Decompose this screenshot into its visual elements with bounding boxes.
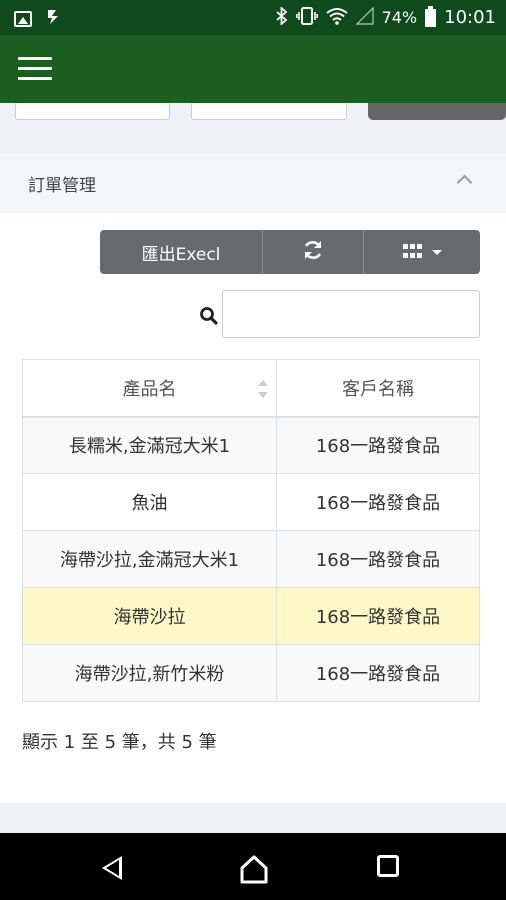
customer-cell: 168一路發食品: [276, 530, 480, 588]
customer-cell: 168一路發食品: [276, 644, 480, 702]
column-header-product[interactable]: 產品名: [22, 359, 277, 418]
search-icon: [199, 306, 219, 326]
product-cell: 海帶沙拉: [22, 587, 277, 645]
product-cell: 海帶沙拉,金滿冠大米1: [22, 530, 277, 588]
signal-icon: [355, 6, 374, 29]
battery-icon: [425, 5, 437, 27]
status-bar: 74% 10:01: [0, 0, 506, 35]
refresh-icon: [302, 239, 324, 266]
table-toolbar: 匯出Execl: [100, 230, 480, 274]
system-navigation-bar: [0, 833, 506, 900]
pagination-info: 顯示 1 至 5 筆，共 5 筆: [22, 732, 217, 753]
refresh-button[interactable]: [263, 230, 364, 274]
app-bar: [0, 35, 506, 103]
filter-search-button[interactable]: [368, 103, 506, 120]
customer-cell: 168一路發食品: [276, 587, 480, 645]
chevron-up-icon[interactable]: [456, 174, 473, 191]
home-icon[interactable]: [238, 853, 270, 885]
table-header-row: 產品名 客戶名稱: [22, 359, 480, 418]
panel-title: 訂單管理: [28, 176, 96, 196]
battery-percent: 74%: [381, 8, 418, 27]
grid-columns-icon: [402, 243, 422, 261]
export-excel-button[interactable]: 匯出Execl: [100, 230, 263, 274]
panel-header[interactable]: 訂單管理: [0, 153, 506, 213]
table-row[interactable]: 海帶沙拉,金滿冠大米1 168一路發食品: [22, 530, 480, 588]
sort-icon[interactable]: [258, 380, 268, 398]
status-bar-system: 74% 10:01: [275, 0, 496, 35]
product-cell: 長糯米,金滿冠大米1: [22, 416, 277, 474]
download-icon: [46, 8, 64, 30]
vibrate-icon: [295, 6, 318, 29]
table-row[interactable]: 魚油 168一路發食品: [22, 473, 480, 531]
filter-field-start[interactable]: [15, 103, 170, 120]
clock: 10:01: [444, 7, 496, 28]
status-bar-notifications: [14, 8, 64, 30]
page-content: 訂單管理 匯出Execl 產品名 客戶名稱 長糯米,金滿冠大米1 168一路發食…: [0, 103, 506, 833]
product-cell: 魚油: [22, 473, 277, 531]
bluetooth-icon: [275, 5, 288, 29]
wifi-icon: [325, 7, 348, 29]
recent-apps-icon[interactable]: [377, 855, 399, 877]
customer-cell: 168一路發食品: [276, 473, 480, 531]
search-input[interactable]: [222, 290, 480, 338]
customer-cell: 168一路發食品: [276, 416, 480, 474]
back-icon[interactable]: [102, 856, 122, 880]
hamburger-menu-icon[interactable]: [18, 57, 52, 81]
column-header-customer[interactable]: 客戶名稱: [276, 359, 480, 418]
columns-toggle-button[interactable]: [364, 230, 480, 274]
caret-down-icon: [431, 249, 442, 255]
image-icon: [14, 11, 32, 27]
table-row[interactable]: 海帶沙拉,新竹米粉 168一路發食品: [22, 644, 480, 702]
orders-table: 產品名 客戶名稱 長糯米,金滿冠大米1 168一路發食品 魚油 168一路發食品…: [22, 359, 480, 702]
table-row[interactable]: 長糯米,金滿冠大米1 168一路發食品: [22, 416, 480, 474]
table-row-highlighted[interactable]: 海帶沙拉 168一路發食品: [22, 587, 480, 645]
filter-field-end[interactable]: [191, 103, 347, 120]
order-management-panel: 訂單管理 匯出Execl 產品名 客戶名稱 長糯米,金滿冠大米1 168一路發食…: [0, 153, 506, 803]
product-cell: 海帶沙拉,新竹米粉: [22, 644, 277, 702]
